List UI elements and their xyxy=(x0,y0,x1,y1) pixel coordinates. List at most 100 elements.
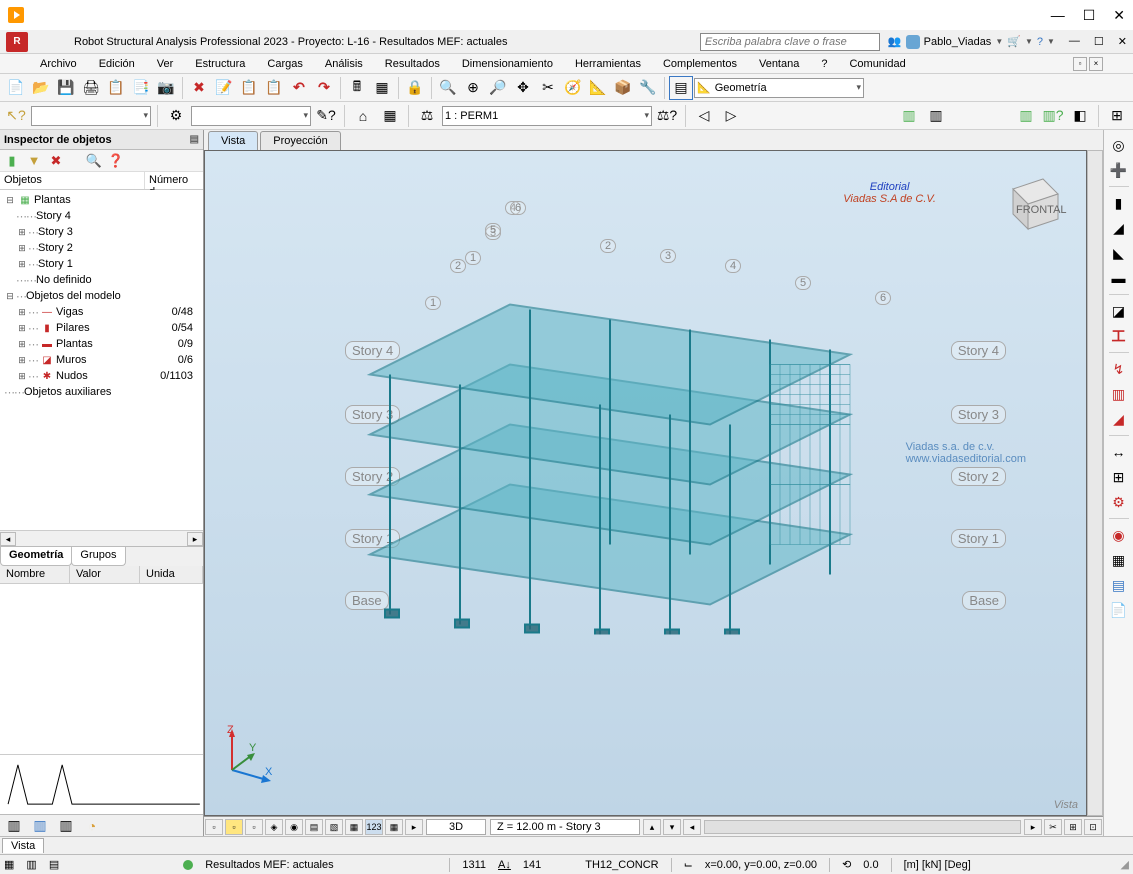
status-icon-3[interactable]: ▤ xyxy=(49,858,59,871)
screenshot-button[interactable]: 📷 xyxy=(154,76,178,100)
rtb-dim3[interactable]: ⚙ xyxy=(1108,491,1130,513)
tab-proyeccion[interactable]: Proyección xyxy=(260,131,340,150)
vp-down-button[interactable]: ▾ xyxy=(663,819,681,835)
page-setup-button[interactable]: 📑 xyxy=(129,76,153,100)
tree-story1[interactable]: Story 1 xyxy=(38,258,73,270)
pan-button[interactable]: ✥ xyxy=(511,76,535,100)
rtb-load2[interactable]: ▥ xyxy=(1108,383,1130,405)
vp-snap1[interactable]: ✂ xyxy=(1044,819,1062,835)
settings-button[interactable]: ⊞ xyxy=(1105,104,1129,128)
outer-minimize-button[interactable]: — xyxy=(1051,7,1065,24)
lock-button[interactable]: 🔒 xyxy=(403,76,427,100)
outer-maximize-button[interactable]: ☐ xyxy=(1083,7,1096,24)
zoom-window-button[interactable]: 🔍 xyxy=(436,76,460,100)
menu-dimensionamiento[interactable]: Dimensionamiento xyxy=(452,56,563,72)
binoculars-icon[interactable]: 👥 xyxy=(888,35,902,48)
vp-btn[interactable]: ▧ xyxy=(325,819,343,835)
measure-button[interactable]: 📐 xyxy=(586,76,610,100)
app-close-button[interactable]: ✕ xyxy=(1118,35,1127,48)
rtb-load1[interactable]: ↯ xyxy=(1108,358,1130,380)
tree-vigas[interactable]: Vigas xyxy=(56,306,83,318)
rtb-book2[interactable]: ◢ xyxy=(1108,217,1130,239)
menu-comunidad[interactable]: Comunidad xyxy=(839,56,915,72)
viewport-vscrollbar[interactable] xyxy=(1087,150,1103,816)
menu-cargas[interactable]: Cargas xyxy=(257,56,312,72)
vp-btn[interactable]: ▦ xyxy=(385,819,403,835)
vp-snap3[interactable]: ⊡ xyxy=(1084,819,1102,835)
menu-herramientas[interactable]: Herramientas xyxy=(565,56,651,72)
redo-button[interactable]: ↷ xyxy=(312,76,336,100)
edit-button[interactable]: 📝 xyxy=(212,76,236,100)
viewport-3d[interactable]: Editorial Viadas S.A de C.V. Viadas s.a.… xyxy=(204,150,1087,816)
vp-up-button[interactable]: ▴ xyxy=(643,819,661,835)
layout-button[interactable]: ▤ xyxy=(669,76,693,100)
display-help-button[interactable]: ▥? xyxy=(1041,104,1065,128)
rtb-box[interactable]: ◪ xyxy=(1108,300,1130,322)
menu-ver[interactable]: Ver xyxy=(147,56,184,72)
vp-snap2[interactable]: ⊞ xyxy=(1064,819,1082,835)
outer-close-button[interactable]: ✕ xyxy=(1113,7,1125,24)
rtb-layers[interactable]: ◎ xyxy=(1108,134,1130,156)
menu-resultados[interactable]: Resultados xyxy=(375,56,450,72)
filter-button[interactable]: ⚙ xyxy=(164,104,188,128)
bt3[interactable]: ▥ xyxy=(54,814,78,837)
box-button[interactable]: 📦 xyxy=(611,76,635,100)
rtb-book3[interactable]: ◣ xyxy=(1108,242,1130,264)
user-dropdown-icon[interactable]: ▼ xyxy=(995,37,1003,46)
filter-dropdown[interactable]: ▾ xyxy=(191,106,311,126)
hscroll-right[interactable]: ▸ xyxy=(187,532,203,546)
vp-scroll-right[interactable]: ▸ xyxy=(1024,819,1042,835)
tree-story2[interactable]: Story 2 xyxy=(38,242,73,254)
tree-filter-icon[interactable]: ▼ xyxy=(26,153,42,169)
help-icon[interactable]: ? xyxy=(1037,36,1043,48)
tab-vista[interactable]: Vista xyxy=(208,131,258,150)
status-icon-2[interactable]: ▥ xyxy=(26,858,36,871)
loadcase-icon[interactable]: ⚖ xyxy=(415,104,439,128)
rtb-red[interactable]: ◉ xyxy=(1108,524,1130,546)
select-cursor-button[interactable]: ↖? xyxy=(4,104,28,128)
play-icon[interactable] xyxy=(8,7,24,23)
rtb-add[interactable]: ➕ xyxy=(1108,159,1130,181)
app-minimize-button[interactable]: — xyxy=(1069,35,1080,48)
tree-pilares[interactable]: Pilares xyxy=(56,322,90,334)
selection-set-dropdown[interactable]: ▾ xyxy=(31,106,151,126)
menu-ventana[interactable]: Ventana xyxy=(749,56,809,72)
rtb-book1[interactable]: ▮ xyxy=(1108,192,1130,214)
bottom-tab-vista[interactable]: Vista xyxy=(2,838,44,853)
rtb-book4[interactable]: ▬ xyxy=(1108,267,1130,289)
prop-col-unit[interactable]: Unida xyxy=(140,566,203,583)
view-selector[interactable]: 📐 Geometría ▾ xyxy=(694,78,864,98)
vp-btn[interactable]: 123 xyxy=(365,819,383,835)
print-button[interactable]: 🖨 xyxy=(79,76,103,100)
vp-btn[interactable]: ▫ xyxy=(245,819,263,835)
menu-archivo[interactable]: Archivo xyxy=(30,56,87,72)
vp-btn[interactable]: ▦ xyxy=(345,819,363,835)
user-area[interactable]: 👥 Pablo_Viadas ▼ 🛒 ▼ ? ▼ xyxy=(888,35,1055,49)
tree-help-icon[interactable]: ❓ xyxy=(108,153,124,169)
vp-btn[interactable]: ▫ xyxy=(205,819,223,835)
rtb-dim2[interactable]: ⊞ xyxy=(1108,466,1130,488)
vp-hscrollbar[interactable] xyxy=(704,820,1021,834)
status-icon-1[interactable]: ▦ xyxy=(4,858,14,871)
vp-z-field[interactable]: Z = 12.00 m - Story 3 xyxy=(490,819,640,835)
bt4[interactable]: ◔ xyxy=(80,814,104,837)
undo-button[interactable]: ↶ xyxy=(287,76,311,100)
rtb-note[interactable]: 📄 xyxy=(1108,599,1130,621)
tree-refresh-icon[interactable]: ✖ xyxy=(48,153,64,169)
zoom-previous-button[interactable]: 🔎 xyxy=(486,76,510,100)
tree-muros[interactable]: Muros xyxy=(56,354,87,366)
vp-btn[interactable]: ▫ xyxy=(225,819,243,835)
vp-btn[interactable]: ▸ xyxy=(405,819,423,835)
mdi-restore-button[interactable]: ▫ xyxy=(1073,57,1087,71)
prop-col-value[interactable]: Valor xyxy=(70,566,140,583)
menu-edicion[interactable]: Edición xyxy=(89,56,145,72)
mdi-close-button[interactable]: × xyxy=(1089,57,1103,71)
window-button[interactable]: ⌂ xyxy=(351,104,375,128)
resize-grip-icon[interactable]: ◢ xyxy=(1121,858,1129,871)
save-button[interactable]: 💾 xyxy=(54,76,78,100)
tree-model-objects[interactable]: Objetos del modelo xyxy=(26,290,121,302)
menu-complementos[interactable]: Complementos xyxy=(653,56,747,72)
app-maximize-button[interactable]: ☐ xyxy=(1094,35,1104,48)
display-button-3[interactable]: ▥ xyxy=(1014,104,1038,128)
tree-story4[interactable]: Story 4 xyxy=(36,210,71,222)
